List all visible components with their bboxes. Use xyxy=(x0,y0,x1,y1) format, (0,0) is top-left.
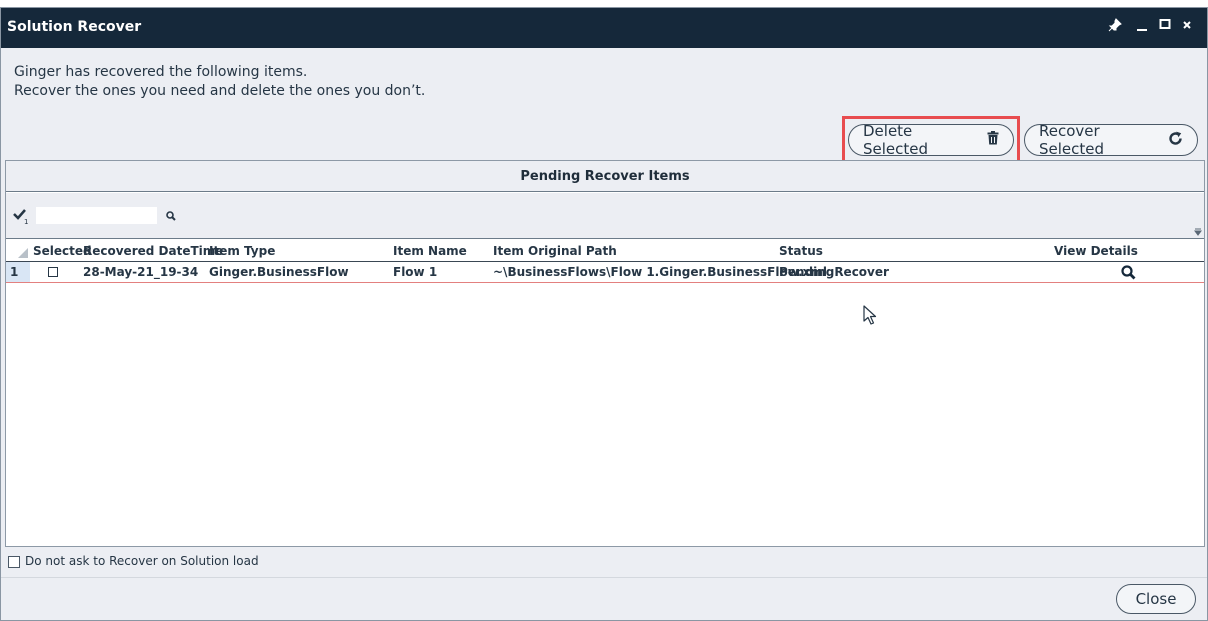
col-header-recovered-datetime[interactable]: Recovered DateTime xyxy=(83,244,223,258)
check-all-icon[interactable]: 1 xyxy=(13,207,29,229)
intro-line-1: Ginger has recovered the following items… xyxy=(14,64,308,80)
dont-ask-label: Do not ask to Recover on Solution load xyxy=(25,554,259,568)
col-header-view-details[interactable]: View Details xyxy=(1054,244,1138,258)
intro-line-2: Recover the ones you need and delete the… xyxy=(14,83,426,99)
row-recovered-datetime: 28-May-21_19-34 xyxy=(83,265,199,279)
row-selected-checkbox[interactable] xyxy=(48,267,58,277)
intro-text: Ginger has recovered the following items… xyxy=(14,63,425,101)
row-item-type: Ginger.BusinessFlow xyxy=(209,265,349,279)
view-details-search-icon[interactable] xyxy=(1121,265,1136,284)
table-row[interactable]: 1 28-May-21_19-34 Ginger.BusinessFlow Fl… xyxy=(6,261,1204,283)
row-item-name: Flow 1 xyxy=(393,265,438,279)
delete-selected-label: Delete Selected xyxy=(863,122,929,158)
grid-toolbar: 1 xyxy=(6,193,1204,239)
window-title: Solution Recover xyxy=(7,19,142,35)
recover-selected-label: Recover Selected xyxy=(1039,122,1105,158)
recover-selected-button[interactable]: Recover Selected xyxy=(1024,122,1198,158)
close-icon[interactable] xyxy=(1178,18,1196,36)
grid-options-icon[interactable] xyxy=(1194,225,1202,240)
grid-search-input[interactable] xyxy=(36,207,157,224)
footer-divider xyxy=(1,577,1207,578)
delete-selected-button[interactable]: Delete Selected xyxy=(848,122,1014,158)
dont-ask-checkbox[interactable] xyxy=(8,556,20,568)
row-index: 1 xyxy=(10,265,19,279)
solution-recover-dialog: Solution Recover Ginger has recovered th… xyxy=(0,7,1208,621)
maximize-icon[interactable] xyxy=(1156,18,1174,36)
close-button-label: Close xyxy=(1135,590,1177,608)
pending-recover-grid: Pending Recover Items 1 Selected Recover… xyxy=(5,160,1205,547)
search-icon[interactable] xyxy=(166,210,176,225)
row-item-original-path: ~\BusinessFlows\Flow 1.Ginger.BusinessFl… xyxy=(493,265,827,279)
grid-title: Pending Recover Items xyxy=(6,161,1204,192)
pin-icon[interactable] xyxy=(1106,18,1124,36)
svg-text:1: 1 xyxy=(24,218,28,225)
minimize-icon[interactable] xyxy=(1133,18,1151,36)
trash-icon xyxy=(987,131,999,149)
col-header-item-type[interactable]: Item Type xyxy=(209,244,275,258)
refresh-icon xyxy=(1168,131,1183,150)
close-button[interactable]: Close xyxy=(1116,584,1196,614)
col-header-item-original-path[interactable]: Item Original Path xyxy=(493,244,617,258)
col-header-status[interactable]: Status xyxy=(779,244,823,258)
col-header-item-name[interactable]: Item Name xyxy=(393,244,467,258)
row-status: PendingRecover xyxy=(779,265,889,279)
select-all-corner-icon[interactable] xyxy=(18,247,28,262)
title-bar: Solution Recover xyxy=(1,8,1207,48)
mouse-cursor-icon xyxy=(863,305,877,329)
